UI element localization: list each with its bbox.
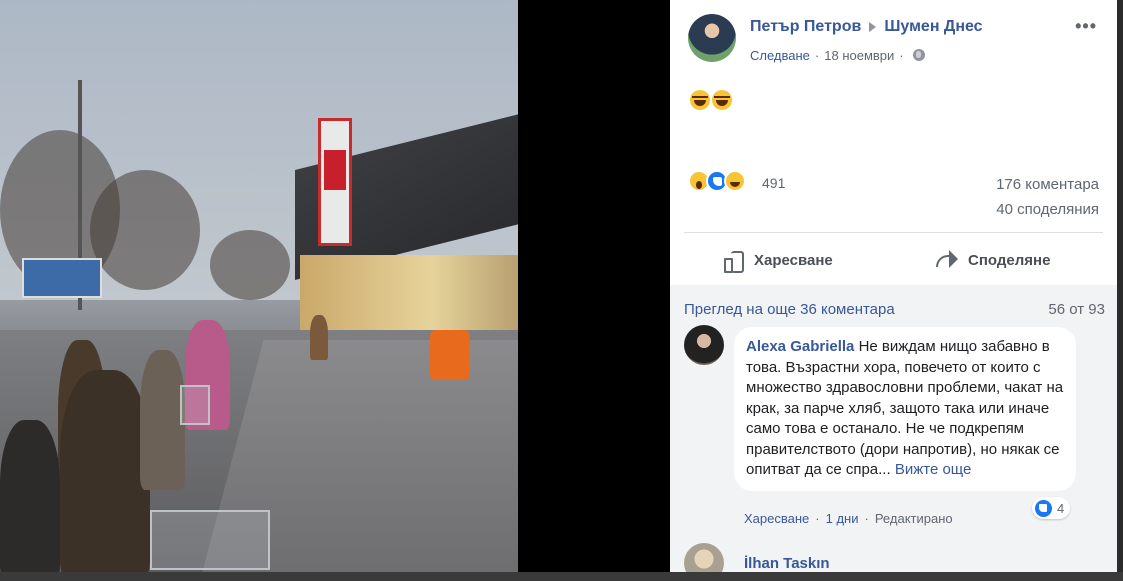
photo-tree <box>90 170 200 290</box>
comment-text: Не виждам нищо забавно в това. Възрастни… <box>746 338 1064 478</box>
author-avatar[interactable] <box>688 14 736 62</box>
shares-count-link[interactable]: 40 споделяния <box>996 197 1099 222</box>
view-more-comments-link[interactable]: Преглед на още 36 коментара <box>684 301 895 318</box>
post-photo[interactable] <box>0 0 518 581</box>
comments-page-count: 56 от 93 <box>1048 301 1105 318</box>
comment-reactions[interactable]: 4 <box>1032 497 1071 519</box>
photo-billboard <box>22 258 102 298</box>
photo-storefront <box>300 255 518 335</box>
thumbs-up-icon <box>724 250 744 273</box>
author-name[interactable]: Петър Петров <box>750 18 861 35</box>
comment-meta: Харесване · 1 дни · Редактирано <box>744 511 953 526</box>
comment-time[interactable]: 1 дни <box>826 511 859 526</box>
globe-icon <box>912 49 925 61</box>
haha-icon <box>724 170 746 192</box>
separator-dot: · <box>864 511 869 526</box>
share-button-label: Споделяне <box>968 251 1051 269</box>
photo-store-logo <box>324 150 346 190</box>
comment-edited: Редактирано <box>874 511 953 526</box>
photo-cart <box>150 510 270 570</box>
like-icon <box>1035 499 1052 517</box>
post-panel: Петър Петров Шумен Днес Следване · 18 ноемв… <box>670 0 1117 581</box>
photo-person <box>140 350 185 490</box>
comment-author[interactable]: İlhan Taskın <box>744 555 830 572</box>
separator-dot: · <box>899 48 904 63</box>
photo-scooter <box>430 330 470 380</box>
laughing-face-icon <box>712 89 732 110</box>
bottom-bar <box>0 572 1123 581</box>
post-header: Петър Петров Шумен Днес Следване · 18 ноемв… <box>688 12 1103 68</box>
laughing-face-icon <box>690 89 710 110</box>
photo-tree <box>210 230 290 300</box>
photo-cart <box>180 385 210 425</box>
post-text <box>690 88 734 111</box>
divider <box>684 232 1103 233</box>
photo-person <box>0 420 60 581</box>
photo-person <box>310 315 328 360</box>
reaction-count: 491 <box>762 175 786 191</box>
post-actions: Харесване Споделяне <box>684 240 1103 280</box>
post-meta: Следване · 18 ноември · <box>750 48 925 63</box>
commenter-avatar[interactable] <box>684 325 724 365</box>
post-date[interactable]: 18 ноември <box>824 48 894 63</box>
engagement-counts: 176 коментара 40 споделяния <box>996 172 1099 222</box>
share-button[interactable]: Споделяне <box>936 240 1050 280</box>
comment-reaction-count: 4 <box>1057 500 1065 516</box>
comments-count-link[interactable]: 176 коментара <box>996 172 1099 197</box>
separator-dot: · <box>814 48 820 63</box>
comment-bubble: Alexa Gabriella Не виждам нищо забавно в… <box>734 327 1076 491</box>
more-options-button[interactable]: ••• <box>1075 16 1097 37</box>
photo-person <box>60 370 150 581</box>
comment-like-link[interactable]: Харесване <box>744 511 809 526</box>
like-button-label: Харесване <box>754 251 833 269</box>
separator-dot: · <box>815 511 820 526</box>
triangle-right-icon <box>869 21 877 32</box>
follow-link[interactable]: Следване <box>750 48 810 63</box>
comment-author[interactable]: Alexa Gabriella <box>746 338 854 355</box>
post-author-line: Петър Петров Шумен Днес <box>750 18 983 36</box>
scrollbar[interactable] <box>1117 0 1123 581</box>
share-arrow-icon <box>936 250 958 269</box>
comments-section: Преглед на още 36 коментара 56 от 93 Ale… <box>670 285 1117 581</box>
see-more-link[interactable]: Вижте още <box>895 461 972 478</box>
group-name[interactable]: Шумен Днес <box>884 18 982 35</box>
like-button[interactable]: Харесване <box>724 240 833 280</box>
